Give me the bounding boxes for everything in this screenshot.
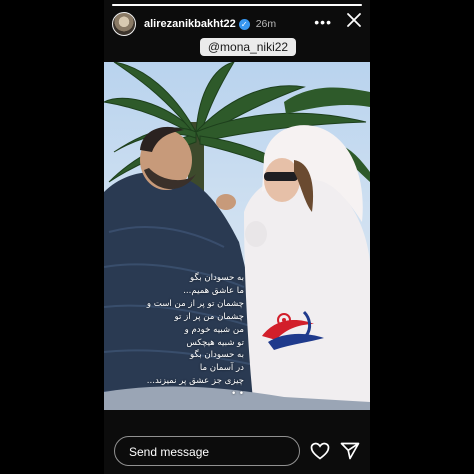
caption-line: ما عاشق همیم... <box>183 285 244 296</box>
caption-line: چشمان من پر از تو <box>174 311 244 322</box>
right-backdrop <box>370 0 474 474</box>
caption-line: چیزی جز عشق پر نمیزند... <box>146 376 244 387</box>
news-watermark-logo <box>254 302 334 362</box>
avatar[interactable] <box>112 12 136 36</box>
caption-line: • • <box>231 389 244 400</box>
verified-badge-icon: ✓ <box>238 18 250 30</box>
close-icon[interactable] <box>346 12 362 33</box>
story-photo: به حسودان بگو ما عاشق همیم... چشمان تو پ… <box>104 62 370 410</box>
story-caption: به حسودان بگو ما عاشق همیم... چشمان تو پ… <box>104 272 244 401</box>
story-header: alirezanikbakht22 ✓ 26m ••• <box>112 10 362 38</box>
story-progress-bar <box>112 4 362 6</box>
story-viewer[interactable]: alirezanikbakht22 ✓ 26m ••• به حسودان بگ… <box>104 0 370 474</box>
caption-line: چشمان تو پر از من است و <box>146 298 244 309</box>
left-backdrop <box>0 0 104 474</box>
send-message-input[interactable]: Send message <box>114 436 300 466</box>
caption-line: در آسمان ما <box>199 363 244 374</box>
story-progress-fill <box>112 4 362 6</box>
post-time: 26m <box>255 18 277 30</box>
mention-sticker[interactable]: @mona_niki22 <box>200 38 296 56</box>
username[interactable]: alirezanikbakht22 <box>144 18 236 30</box>
more-options-icon[interactable]: ••• <box>314 14 332 30</box>
story-reply-bar: Send message <box>104 420 370 474</box>
caption-line: تو شبیه هیچکس <box>186 337 244 348</box>
caption-line: من شبیه خودم و <box>184 324 244 335</box>
caption-line: به حسودان بگو <box>190 273 244 283</box>
send-share-icon[interactable] <box>340 442 360 465</box>
caption-line: به حسودان بگو <box>190 350 244 361</box>
heart-icon[interactable] <box>310 442 330 465</box>
